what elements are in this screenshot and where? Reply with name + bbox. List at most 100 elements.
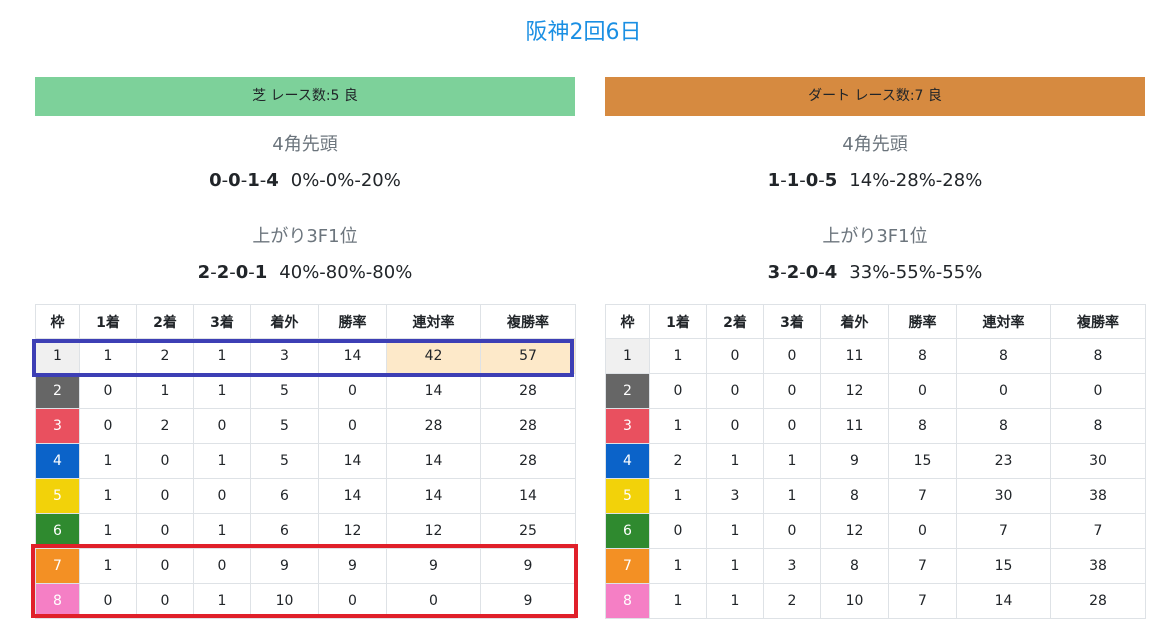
column-header: 枠 [605, 304, 650, 339]
dirt-waku-table: 枠 1着 2着 3着 着外 勝率 連対率 複勝率 1 1 0 0 11 8 8 8 2 0 0 0 12 0 0 0 3 1 0 0… [605, 304, 1146, 619]
table-cell: 9 [386, 548, 481, 584]
dirt-column: ダート レース数:7 良 4角先頭 1-1-0-5 14%-28%-28% 上がり… [605, 77, 1146, 619]
column-header: 3着 [193, 304, 251, 339]
dirt-header-bar: ダート レース数:7 良 [605, 77, 1145, 116]
table-row: 71009999 [35, 548, 576, 584]
table-row: 1 1 0 0 11 8 8 8 [605, 338, 1146, 374]
table-cell: 0 [888, 373, 957, 409]
table-row: 1 1 2 1 3 14 42 57 [35, 338, 576, 374]
table-cell: 14 [386, 443, 481, 479]
dirt-last3f-record: 3-2-0-4 [767, 262, 838, 283]
table-row: 7 1 1 3 8 7 15 38 [605, 548, 1146, 584]
table-cell: 0 [136, 548, 194, 584]
table-cell: 28 [480, 443, 576, 479]
table-cell: 2 [763, 583, 821, 619]
table-cell: 30 [956, 478, 1051, 514]
table-cell: 5 [250, 443, 319, 479]
table-cell: 8 [956, 338, 1051, 374]
table-cell: 1 [763, 443, 821, 479]
table-cell: 0 [79, 583, 137, 619]
table-row: 8 1 1 2 10 7 14 28 [605, 583, 1146, 619]
table-cell: 0 [649, 513, 707, 549]
column-header: 連対率 [386, 304, 481, 339]
table-cell: 14 [318, 478, 387, 514]
table-row: 2 0 0 0 12 0 0 0 [605, 373, 1146, 409]
table-cell: 8 [1050, 408, 1146, 444]
table-cell: 2 [136, 408, 194, 444]
table-cell: 1 [649, 338, 707, 374]
table-cell: 8 [820, 478, 889, 514]
table-cell: 9 [318, 548, 387, 584]
table-row: 6 0 1 0 12 0 7 7 [605, 513, 1146, 549]
table-cell: 12 [386, 513, 481, 549]
table-cell: 0 [318, 373, 387, 409]
table-cell: 0 [706, 373, 764, 409]
table-cell: 10 [250, 583, 319, 619]
table-cell: 8 [956, 408, 1051, 444]
table-cell: 14 [386, 478, 481, 514]
table-cell: 5 [250, 373, 319, 409]
table-row: 2 0 1 1 5 0 14 28 [35, 373, 576, 409]
table-cell: 0 [649, 373, 707, 409]
page-title: 阪神2回6日 [525, 20, 642, 45]
waku-number-cell: 3 [605, 408, 650, 444]
table-cell: 14 [386, 373, 481, 409]
table-cell: 3 [763, 548, 821, 584]
table-cell: 1 [706, 513, 764, 549]
table-cell: 1 [79, 548, 137, 584]
turf-column: 芝 レース数:5 良 4角先頭 0-0-1-4 0%-0%-20% 上がり3F1位… [31, 77, 578, 619]
table-cell: 0 [1050, 373, 1146, 409]
table-cell: 8 [1050, 338, 1146, 374]
dirt-corner4-stats: 1-1-0-5 14%-28%-28% [605, 169, 1145, 193]
table-cell: 1 [706, 443, 764, 479]
column-header: 複勝率 [1050, 304, 1146, 339]
table-cell: 0 [318, 408, 387, 444]
table-cell: 1 [706, 548, 764, 584]
table-cell: 8 [888, 408, 957, 444]
table-cell: 0 [193, 478, 251, 514]
table-cell: 1 [649, 478, 707, 514]
table-cell: 8 [888, 338, 957, 374]
table-cell: 1 [706, 583, 764, 619]
table-cell: 0 [79, 373, 137, 409]
table-cell: 1 [193, 513, 251, 549]
table-cell: 57 [480, 338, 576, 374]
table-cell: 2 [649, 443, 707, 479]
table-cell: 9 [820, 443, 889, 479]
table-cell: 1 [193, 583, 251, 619]
table-cell: 1 [136, 373, 194, 409]
table-cell: 10 [820, 583, 889, 619]
column-header: 複勝率 [480, 304, 576, 339]
dirt-corner4-pct: 14%-28%-28% [849, 170, 983, 191]
table-cell: 1 [79, 513, 137, 549]
table-row: 3 0 2 0 5 0 28 28 [35, 408, 576, 444]
turf-corner4-record: 0-0-1-4 [209, 170, 279, 191]
table-cell: 0 [79, 408, 137, 444]
table-row: 3 1 0 0 11 8 8 8 [605, 408, 1146, 444]
table-cell: 0 [956, 373, 1051, 409]
dirt-last3f-pct: 33%-55%-55% [849, 262, 983, 283]
turf-corner4-pct: 0%-0%-20% [290, 170, 401, 191]
table-cell: 12 [820, 513, 889, 549]
table-row: 6 1 0 1 6 12 12 25 [35, 513, 576, 549]
turf-corner4-stats: 0-0-1-4 0%-0%-20% [35, 169, 575, 193]
table-cell: 8 [820, 548, 889, 584]
column-header: 着外 [820, 304, 889, 339]
table-cell: 0 [318, 583, 387, 619]
table-cell: 0 [763, 373, 821, 409]
column-header: 着外 [250, 304, 319, 339]
table-row: 4 1 0 1 5 14 14 28 [35, 443, 576, 479]
table-cell: 0 [136, 443, 194, 479]
turf-corner4-label: 4角先頭 [272, 134, 338, 155]
turf-last3f-stats: 2-2-0-1 40%-80%-80% [35, 261, 575, 285]
table-cell: 2 [136, 338, 194, 374]
table-cell: 28 [1050, 583, 1146, 619]
table-cell: 0 [193, 548, 251, 584]
table-header-row: 枠 1着 2着 3着 着外 勝率 連対率 複勝率 [35, 304, 576, 339]
table-cell: 0 [136, 583, 194, 619]
column-header: 3着 [763, 304, 821, 339]
table-cell: 38 [1050, 548, 1146, 584]
table-cell: 38 [1050, 478, 1146, 514]
table-cell: 14 [318, 443, 387, 479]
table-row: 8 0 0 1 10 0 0 9 [35, 583, 576, 619]
